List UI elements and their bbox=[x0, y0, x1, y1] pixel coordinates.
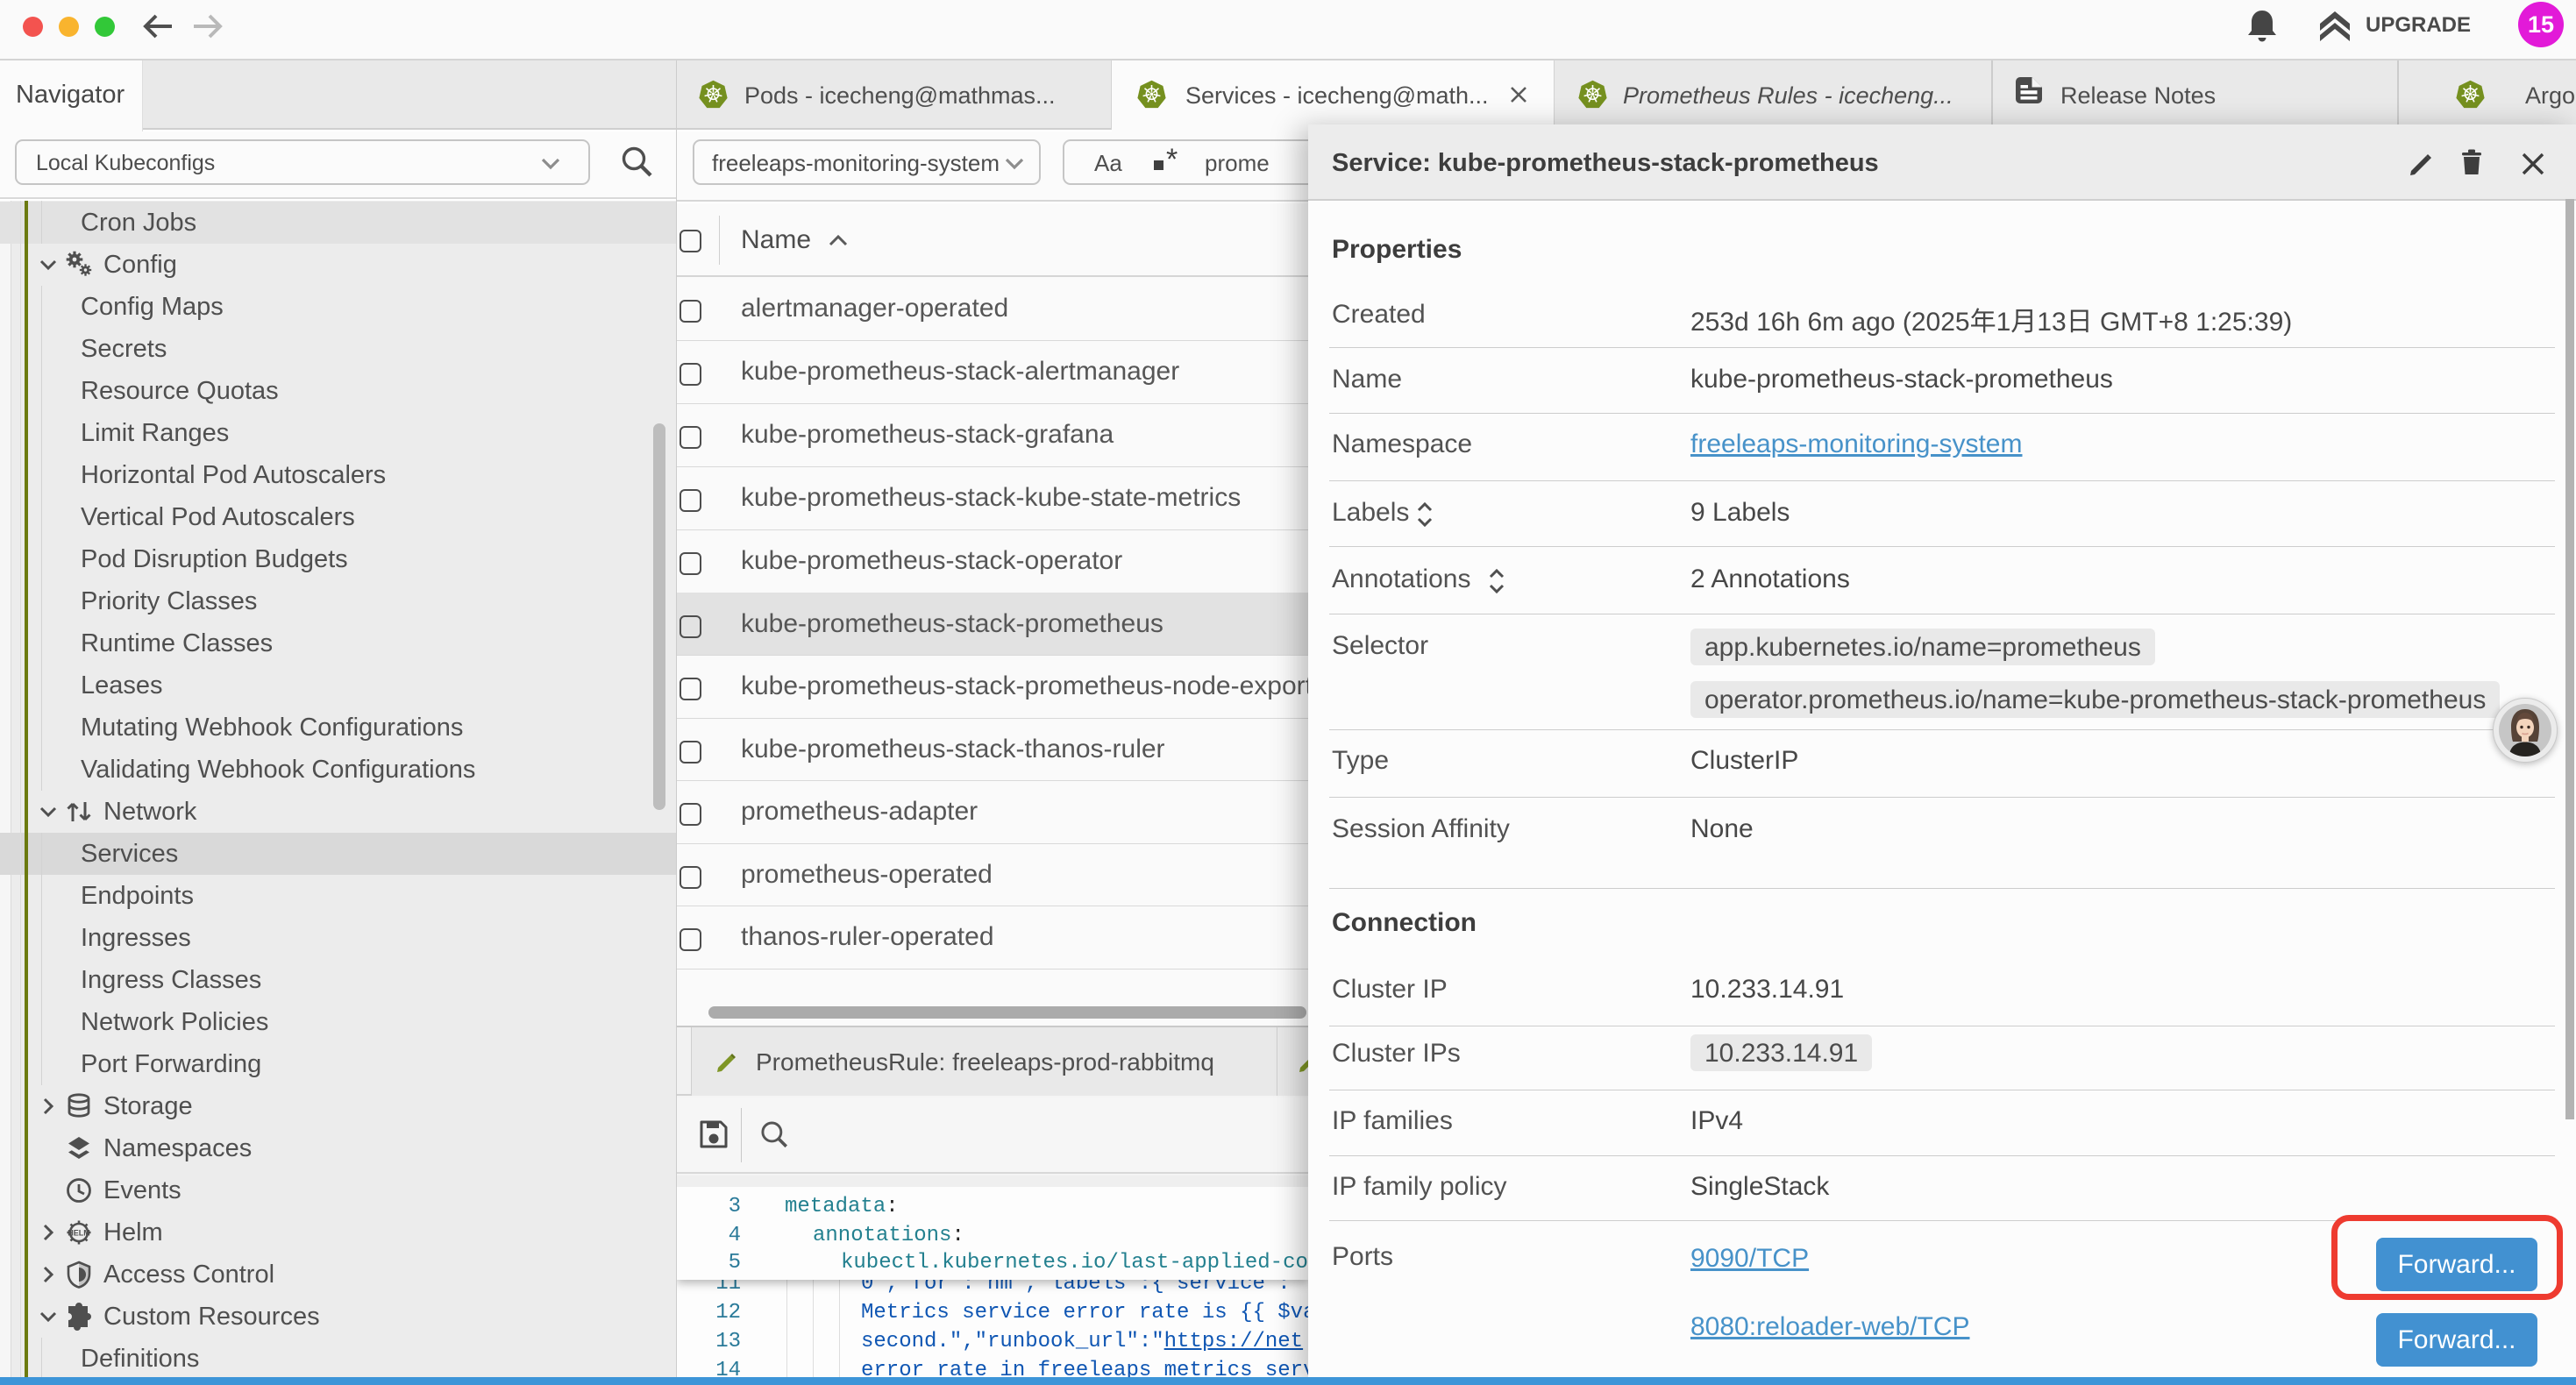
svg-text:HELM: HELM bbox=[68, 1229, 90, 1238]
